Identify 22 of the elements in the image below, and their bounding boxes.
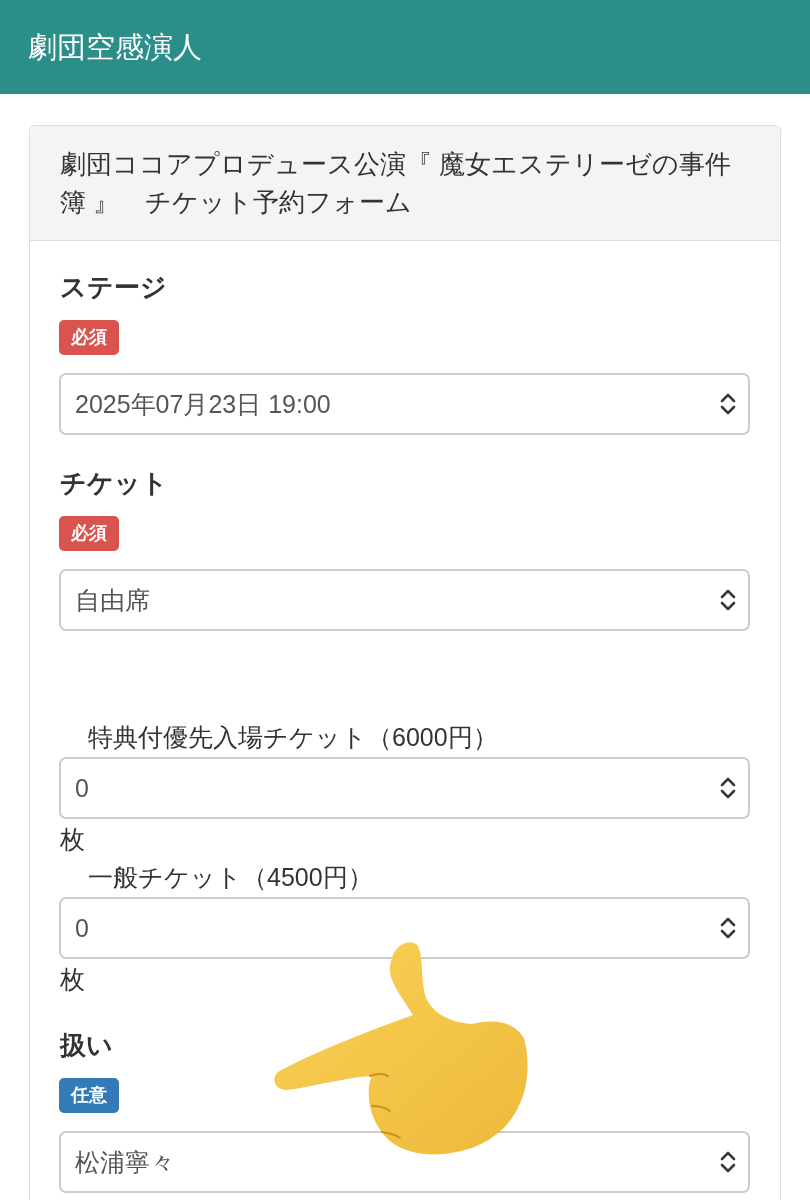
ticket-label: 一般チケット（4500円） bbox=[87, 862, 373, 893]
optional-badge: 任意 bbox=[59, 1078, 119, 1113]
required-badge: 必須 bbox=[59, 516, 119, 551]
select-field[interactable]: 自由席 bbox=[59, 569, 750, 631]
select-field[interactable]: 2025年07月23日 19:00 bbox=[59, 373, 750, 435]
select-field[interactable]: 松浦寧々 bbox=[59, 1131, 750, 1193]
unit-label: 枚 bbox=[59, 824, 85, 855]
field-label: ステージ bbox=[59, 271, 167, 304]
field-label: チケット bbox=[59, 467, 168, 500]
ticket-label: 特典付優先入場チケット（6000円） bbox=[87, 722, 498, 753]
chevron-icon bbox=[720, 777, 736, 799]
form-title: 劇団ココアプロデュース公演『 魔女エステリーゼの事件簿 』 チケット予約フォーム bbox=[60, 148, 732, 219]
chevron-icon bbox=[720, 917, 736, 939]
site-title: 劇団空感演人 bbox=[28, 30, 202, 65]
chevron-icon bbox=[720, 393, 736, 415]
chevron-icon bbox=[720, 589, 736, 611]
quantity-select[interactable]: 0 bbox=[59, 897, 750, 959]
field-label: 扱い bbox=[59, 1029, 113, 1062]
quantity-select[interactable]: 0 bbox=[59, 757, 750, 819]
chevron-icon bbox=[720, 1151, 736, 1173]
unit-label: 枚 bbox=[59, 964, 85, 995]
required-badge: 必須 bbox=[59, 320, 119, 355]
